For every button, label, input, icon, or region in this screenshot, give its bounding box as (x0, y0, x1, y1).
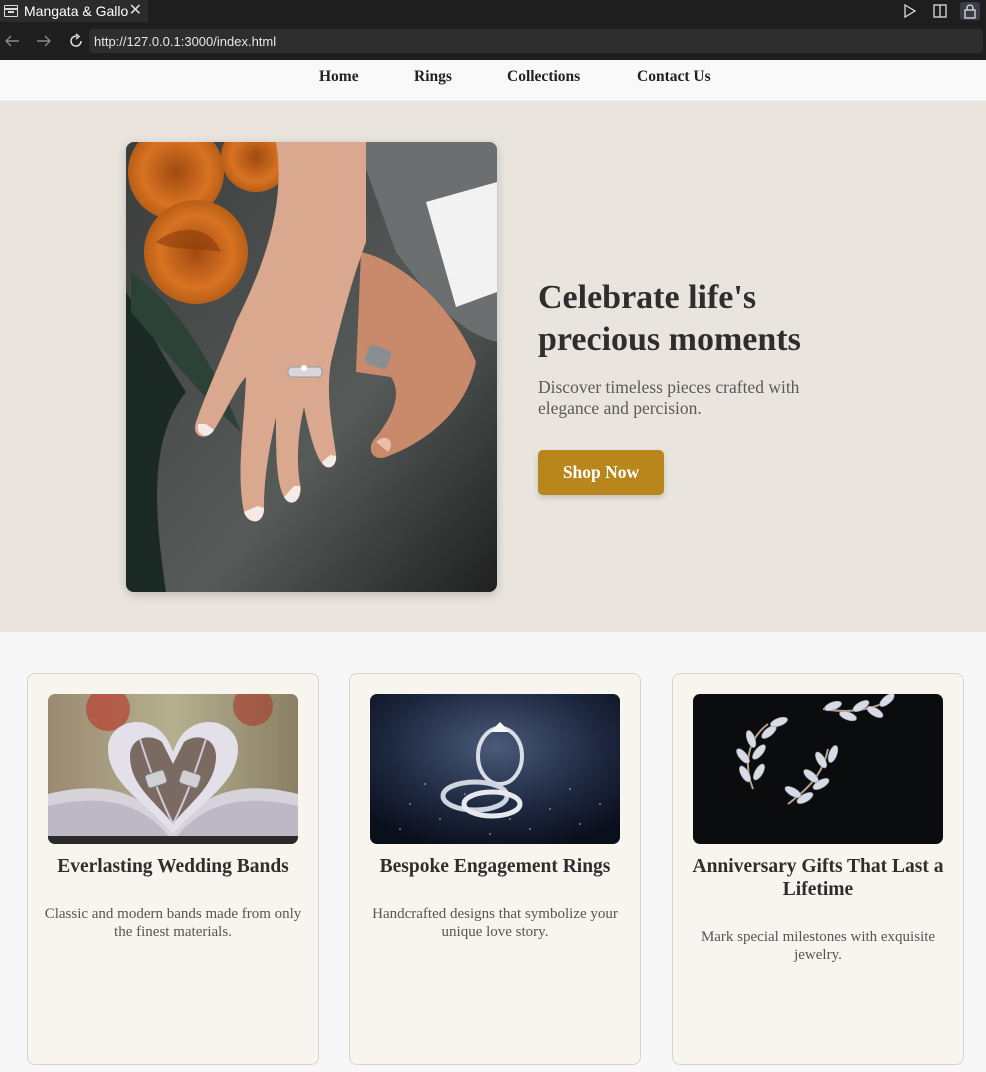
card-engagement-rings[interactable]: Bespoke Engagement Rings Handcrafted des… (349, 673, 641, 1065)
nav-link-rings[interactable]: Rings (414, 68, 452, 86)
hero-title: Celebrate life's precious moments (538, 279, 801, 358)
close-icon[interactable]: ✕ (129, 3, 142, 19)
split-view-icon[interactable] (930, 2, 950, 20)
card-description: Mark special milestones with exquisite j… (700, 929, 936, 963)
hero-image-hands-with-rings (126, 142, 497, 592)
card-title: Bespoke Engagement Rings (379, 856, 611, 877)
url-text: http://127.0.0.1:3000/index.html (94, 33, 277, 49)
nav-link-contact[interactable]: Contact Us (637, 68, 711, 86)
reload-icon[interactable] (64, 29, 88, 53)
card-wedding-bands[interactable]: Everlasting Wedding Bands Classic and mo… (27, 673, 319, 1065)
card-description: Classic and modern bands made from only … (44, 906, 302, 940)
lock-icon[interactable] (960, 2, 980, 20)
site-nav: Home Rings Collections Contact Us (0, 60, 986, 101)
hero-section: Celebrate life's precious moments Discov… (0, 101, 986, 632)
card-image-engagement-rings (370, 694, 620, 844)
card-image-earrings (693, 694, 943, 844)
card-title: Everlasting Wedding Bands (57, 856, 289, 877)
shop-now-button[interactable]: Shop Now (538, 450, 664, 495)
browser-tabbar: Mangata & Gallo ✕ (0, 0, 986, 22)
card-anniversary-gifts[interactable]: Anniversary Gifts That Last a Lifetime M… (672, 673, 964, 1065)
nav-link-collections[interactable]: Collections (507, 68, 580, 86)
back-icon[interactable] (0, 29, 24, 53)
hero-subtitle: Discover timeless pieces crafted with el… (538, 377, 800, 418)
tab-title: Mangata & Gallo (24, 3, 129, 19)
card-description: Handcrafted designs that symbolize your … (372, 906, 618, 940)
run-icon[interactable] (900, 2, 920, 20)
card-title: Anniversary Gifts That Last a Lifetime (692, 856, 944, 900)
window-controls (900, 0, 980, 22)
card-image-wedding-bands (48, 694, 298, 844)
nav-link-home[interactable]: Home (319, 68, 359, 86)
forward-icon[interactable] (32, 29, 56, 53)
url-input[interactable]: http://127.0.0.1:3000/index.html (89, 29, 983, 53)
browser-tab[interactable]: Mangata & Gallo ✕ (0, 0, 148, 22)
address-bar: http://127.0.0.1:3000/index.html (0, 22, 986, 60)
page-icon (4, 5, 18, 17)
